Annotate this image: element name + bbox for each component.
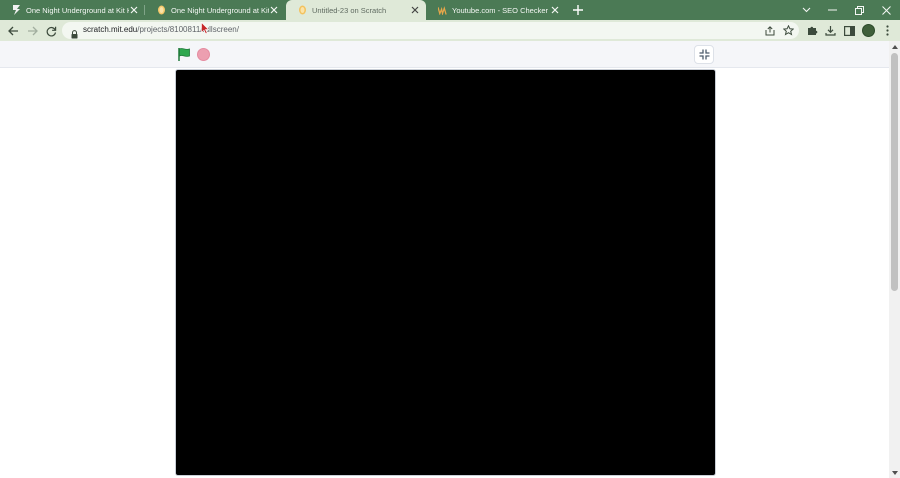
- url-host: scratch.mit.edu: [83, 25, 138, 34]
- scrollbar-thumb[interactable]: [891, 53, 898, 291]
- browser-menu-icon[interactable]: [880, 23, 895, 38]
- tab-title: Youtube.com - SEO Checker - W...: [452, 5, 550, 15]
- lock-icon: [71, 26, 78, 39]
- project-stage[interactable]: [175, 69, 716, 476]
- exit-fullscreen-icon[interactable]: [694, 45, 714, 64]
- tab-title: One Night Underground at Kit K...: [26, 5, 129, 15]
- website-checker-icon: [438, 5, 447, 15]
- vertical-scrollbar[interactable]: [889, 41, 900, 478]
- url-path: /projects/810081: [137, 25, 196, 34]
- tab-strip: One Night Underground at Kit K... One Ni…: [0, 0, 900, 20]
- tab-one-night-underground-2[interactable]: One Night Underground at Kit K...: [145, 0, 285, 20]
- scratch-cat-icon: [298, 5, 307, 15]
- browser-toolbar: scratch.mit.edu/projects/8100811/fullscr…: [0, 20, 900, 41]
- green-flag-icon[interactable]: [177, 47, 192, 62]
- reload-icon[interactable]: [44, 24, 58, 38]
- close-tab-icon[interactable]: [129, 5, 139, 15]
- tab-title: One Night Underground at Kit K...: [171, 5, 269, 15]
- mouse-cursor-icon: [201, 21, 210, 35]
- scroll-down-arrow-icon[interactable]: [892, 471, 898, 475]
- tab-untitled-23-scratch[interactable]: Untitled-23 on Scratch: [286, 0, 426, 20]
- close-tab-icon[interactable]: [550, 5, 560, 15]
- tab-youtube-seo-checker[interactable]: Youtube.com - SEO Checker - W...: [426, 0, 566, 20]
- download-icon[interactable]: [823, 23, 838, 38]
- new-tab-button[interactable]: [571, 3, 585, 17]
- lightning-bolt-icon: [12, 5, 21, 15]
- stage-header: [0, 41, 889, 68]
- profile-avatar[interactable]: [862, 24, 875, 37]
- minimize-icon[interactable]: [819, 0, 845, 20]
- tab-search-icon[interactable]: [793, 0, 819, 20]
- tab-title: Untitled-23 on Scratch: [312, 5, 387, 15]
- side-panel-icon[interactable]: [842, 23, 857, 38]
- address-bar[interactable]: scratch.mit.edu/projects/8100811/fullscr…: [62, 22, 799, 39]
- bookmark-star-icon[interactable]: [782, 24, 795, 37]
- back-arrow-icon[interactable]: [6, 24, 20, 38]
- extensions-puzzle-icon[interactable]: [805, 23, 820, 38]
- share-icon[interactable]: [764, 24, 777, 37]
- close-tab-icon[interactable]: [269, 5, 279, 15]
- close-tab-icon[interactable]: [410, 5, 420, 15]
- forward-arrow-icon[interactable]: [25, 24, 39, 38]
- tab-one-night-underground-1[interactable]: One Night Underground at Kit K...: [0, 0, 145, 20]
- scratch-fullscreen-page: [0, 41, 889, 478]
- scroll-up-arrow-icon[interactable]: [892, 45, 898, 49]
- scratch-cat-icon: [157, 5, 166, 15]
- close-window-icon[interactable]: [873, 0, 899, 20]
- stop-icon[interactable]: [197, 48, 210, 61]
- restore-icon[interactable]: [846, 0, 872, 20]
- url-text: scratch.mit.edu/projects/8100811/fullscr…: [83, 25, 239, 34]
